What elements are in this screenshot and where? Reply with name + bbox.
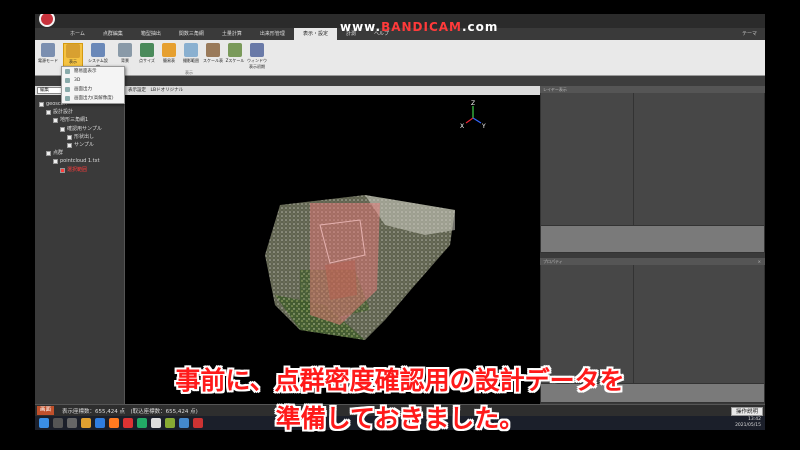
tree-item-label: 点群 [53, 150, 64, 157]
checkbox[interactable] [53, 118, 58, 124]
ribbon-button-1[interactable]: 表示 [63, 43, 83, 67]
z-scale-icon [228, 43, 242, 57]
application-window: ホーム 点群編集 箱型抽出 関数三角網 土量計算 出来形管理 表示・設定 計測 ヘルプ テーマ … [35, 14, 765, 416]
ribbon-button-label: 背景 [121, 58, 129, 63]
tree-item[interactable]: 地形三角網1 [53, 117, 88, 124]
view-tab-label[interactable]: 表示設定 LBドオリジナル [128, 87, 183, 94]
menu-tab-0[interactable]: ホーム [61, 28, 94, 40]
app-logo-icon[interactable] [39, 14, 55, 27]
ribbon-button-0[interactable]: 電源モード [38, 43, 58, 67]
display-icon [66, 44, 80, 58]
subtitle-line-2: 準備しておきました。 [275, 404, 525, 433]
quick-table-icon [162, 43, 176, 57]
tree-item-label: サンプル [74, 142, 94, 148]
scale-icon [206, 43, 220, 57]
tree-item[interactable]: 設計設計 [46, 109, 73, 116]
ribbon-button-label: 電源モード [38, 58, 58, 63]
tree-item[interactable]: pointcloud 1.txt [53, 158, 100, 165]
checkbox[interactable] [46, 151, 51, 157]
dropdown-item-3[interactable]: 画面出力(高解像度) [62, 94, 124, 103]
tree-item[interactable]: サンプル [67, 142, 94, 149]
tree-item-label: pointcloud 1.txt [60, 158, 100, 165]
point-size-icon [140, 43, 154, 57]
dropdown-item-1[interactable]: 3D [62, 76, 124, 85]
tree-item-label: 設計設計 [53, 109, 74, 116]
display-dropdown-menu: 簡易面表示 3D 画面出力 画面出力(高解像度) [61, 66, 125, 104]
secondary-toolbar [35, 76, 765, 86]
system-settings-icon [91, 43, 105, 57]
layer-panel-title: レイヤー表示 [540, 86, 765, 93]
ribbon-toolbar: 電源モード 表示 システム設定背景 点サイズ 簡易表 撮影範囲スケール表Zスケールウィンド… [35, 40, 765, 76]
checkbox[interactable] [60, 167, 65, 173]
point-cloud-render [265, 195, 455, 340]
background-icon [118, 43, 132, 57]
ribbon-button-3[interactable]: 背景 [115, 43, 135, 67]
checkbox[interactable] [53, 159, 58, 165]
menu-tab-3[interactable]: 関数三角網 [170, 28, 213, 40]
recording-watermark: www.BANDICAM.com [340, 20, 499, 34]
tree-item[interactable]: 選択範囲 [60, 167, 87, 174]
ribbon-button-4[interactable]: 点サイズ [137, 43, 157, 67]
axis-y-label: Y [481, 123, 486, 130]
video-subtitle: 事前に、点群密度確認用の設計データを 準備しておきました。 [0, 362, 800, 438]
tree-item-label: 確認用サンプル [67, 125, 102, 132]
tree-item-label: 選択範囲 [67, 166, 88, 173]
ribbon-button-2[interactable]: システム設定 [88, 43, 108, 69]
layer-tree-panel: geoscan 設計設計 地形三角網1 確認用サンプル 形状出し サンプル 点群 pointc… [35, 95, 125, 404]
ribbon-button-5[interactable]: 簡易表 [159, 43, 179, 67]
axis-x-label: X [460, 123, 464, 130]
menu-tab-5[interactable]: 出来形管理 [251, 28, 294, 40]
menu-tab-6[interactable]: 表示・設定 [293, 28, 337, 40]
ribbon-button-label: 簡易表 [163, 58, 175, 63]
tree-item[interactable]: 確認用サンプル [60, 126, 102, 133]
video-frame: www.BANDICAM.com ホーム 点群編集 箱型抽出 関数三角網 土量計算 出来形… [0, 0, 800, 450]
checkbox[interactable] [67, 143, 72, 148]
checkbox[interactable] [67, 134, 72, 140]
ribbon-button-label: ウィンドウ表示初期 [247, 58, 267, 69]
theme-menu[interactable]: テーマ [742, 28, 757, 40]
tree-item-label: 地形三角網1 [60, 117, 89, 124]
ribbon-button-label: Zスケール [225, 58, 245, 63]
layer-panel-body [540, 93, 765, 225]
menu-tab-2[interactable]: 箱型抽出 [132, 28, 170, 40]
ribbon-button-9[interactable]: ウィンドウ表示初期 [247, 43, 267, 69]
menu-tab-4[interactable]: 土量計算 [213, 28, 251, 40]
checkbox[interactable] [46, 110, 51, 116]
ribbon-button-8[interactable]: Zスケール [225, 43, 245, 67]
right-dock-panel: レイヤー表示 プロパティ × [540, 86, 765, 404]
power-mode-icon [41, 43, 55, 57]
checkbox[interactable] [60, 126, 65, 132]
close-icon[interactable]: × [758, 258, 761, 265]
dropdown-item-2[interactable]: 画面出力 [62, 85, 124, 94]
3d-viewport[interactable] [125, 95, 540, 404]
ribbon-button-label: 表示 [69, 59, 77, 64]
axis-gizmo-icon: Z X Y [460, 100, 486, 130]
property-panel-title: プロパティ × [540, 258, 765, 265]
subtitle-line-1: 事前に、点群密度確認用の設計データを [175, 366, 625, 395]
tree-item[interactable]: 形状出し [67, 134, 94, 141]
ribbon-button-7[interactable]: スケール表 [203, 43, 223, 67]
dropdown-item-0[interactable]: 簡易面表示 [62, 67, 124, 76]
ribbon-button-label: 点サイズ [139, 58, 155, 63]
checkbox[interactable] [39, 102, 44, 107]
ribbon-button-label: スケール表 [203, 58, 223, 63]
menu-tab-1[interactable]: 点群編集 [94, 28, 132, 40]
axis-z-label: Z [471, 100, 475, 107]
layer-panel-scroll[interactable] [540, 225, 765, 253]
capture-range-icon [184, 43, 198, 57]
ribbon-button-6[interactable]: 撮影範囲 [181, 43, 201, 67]
tree-item[interactable]: 点群 [46, 150, 63, 157]
window-reset-icon [250, 43, 264, 57]
ribbon-button-label: 撮影範囲 [183, 58, 199, 63]
tree-item-label: 形状出し [74, 133, 95, 140]
